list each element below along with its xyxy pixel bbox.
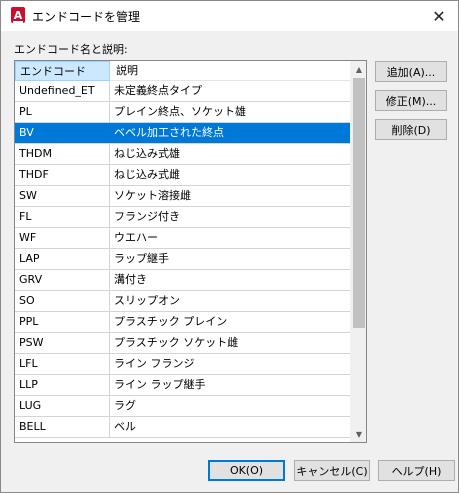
description-cell: プラスチック プレイン — [114, 315, 228, 328]
table-row[interactable]: LFL ライン フランジ — [15, 354, 351, 375]
end-code-cell: GRV — [15, 270, 110, 290]
end-code-cell: SW — [15, 186, 110, 206]
table-row[interactable]: GRV 溝付き — [15, 270, 351, 291]
description-cell: 未定義終点タイプ — [114, 84, 202, 97]
table-row[interactable]: WF ウエハー — [15, 228, 351, 249]
description-cell: ライン フランジ — [114, 357, 195, 370]
edit-button[interactable]: 修正(M)... — [375, 90, 447, 111]
description-cell: ねじ込み式雌 — [114, 168, 180, 181]
table-row[interactable]: LUG ラグ — [15, 396, 351, 417]
end-code-cell: BV — [15, 123, 110, 143]
description-cell: スリップオン — [114, 294, 180, 307]
end-code-cell: PPL — [15, 312, 110, 332]
end-code-cell: THDF — [15, 165, 110, 185]
description-cell: ソケット溶接雌 — [114, 189, 191, 202]
description-cell: フランジ付き — [114, 210, 180, 223]
ok-button[interactable]: OK(O) — [208, 460, 285, 481]
description-cell: ラップ継手 — [114, 252, 169, 265]
column-header-description[interactable]: 説明 — [110, 61, 351, 81]
table-row[interactable]: FL フランジ付き — [15, 207, 351, 228]
svg-text:A: A — [14, 9, 23, 22]
table-row[interactable]: THDF ねじ込み式雌 — [15, 165, 351, 186]
table-row[interactable]: SO スリップオン — [15, 291, 351, 312]
table-row[interactable]: PPL プラスチック プレイン — [15, 312, 351, 333]
end-code-list[interactable]: エンドコード 説明 Undefined_ET 未定義終点タイプ PL プレイン終点、ソ… — [14, 60, 367, 443]
table-row[interactable]: LLP ライン ラップ継手 — [15, 375, 351, 396]
add-button[interactable]: 追加(A)... — [375, 61, 447, 82]
table-row[interactable]: THDM ねじ込み式雄 — [15, 144, 351, 165]
end-code-cell: THDM — [15, 144, 110, 164]
close-icon[interactable]: ✕ — [420, 1, 458, 31]
description-cell: プラスチック ソケット雌 — [114, 336, 239, 349]
description-cell: ベベル加工された終点 — [114, 126, 224, 139]
description-cell: プレイン終点、ソケット雄 — [114, 105, 246, 118]
description-cell: ラグ — [114, 399, 136, 412]
list-rows: Undefined_ET 未定義終点タイプ PL プレイン終点、ソケット雄 BV ベベル加… — [15, 81, 351, 438]
autocad-app-icon: A — [11, 7, 25, 23]
table-row[interactable]: LAP ラップ継手 — [15, 249, 351, 270]
end-code-cell: PSW — [15, 333, 110, 353]
table-row[interactable]: SW ソケット溶接雌 — [15, 186, 351, 207]
end-code-cell: LAP — [15, 249, 110, 269]
end-code-cell: BELL — [15, 417, 110, 437]
delete-button[interactable]: 削除(D) — [375, 119, 447, 140]
end-code-cell: WF — [15, 228, 110, 248]
manage-end-codes-dialog: A エンドコードを管理 ✕ エンドコード名と説明: エンドコード 説明 Unde… — [0, 0, 459, 493]
table-row[interactable]: BV ベベル加工された終点 — [15, 123, 351, 144]
table-row[interactable]: PL プレイン終点、ソケット雄 — [15, 102, 351, 123]
scrollbar-thumb[interactable] — [353, 78, 365, 328]
end-code-cell: SO — [15, 291, 110, 311]
chevron-down-icon[interactable]: ▼ — [351, 426, 366, 442]
description-cell: ベル — [114, 420, 136, 433]
end-code-cell: LFL — [15, 354, 110, 374]
table-row[interactable]: Undefined_ET 未定義終点タイプ — [15, 81, 351, 102]
list-header: エンドコード 説明 — [15, 61, 351, 81]
end-code-cell: LUG — [15, 396, 110, 416]
end-code-cell: Undefined_ET — [15, 81, 110, 101]
end-code-cell: LLP — [15, 375, 110, 395]
column-header-end-code[interactable]: エンドコード — [15, 61, 110, 81]
chevron-up-icon[interactable]: ▲ — [351, 61, 366, 77]
end-code-cell: FL — [15, 207, 110, 227]
list-caption: エンドコード名と説明: — [14, 43, 128, 56]
help-button[interactable]: ヘルプ(H) — [378, 460, 455, 481]
description-cell: ねじ込み式雄 — [114, 147, 180, 160]
table-row[interactable]: BELL ベル — [15, 417, 351, 438]
end-code-cell: PL — [15, 102, 110, 122]
description-cell: ライン ラップ継手 — [114, 378, 206, 391]
description-cell: 溝付き — [114, 273, 147, 286]
description-cell: ウエハー — [114, 231, 158, 244]
title-bar: A エンドコードを管理 ✕ — [1, 1, 458, 31]
table-row[interactable]: PSW プラスチック ソケット雌 — [15, 333, 351, 354]
vertical-scrollbar[interactable]: ▲ ▼ — [350, 61, 366, 442]
cancel-button[interactable]: キャンセル(C) — [294, 460, 370, 481]
window-title: エンドコードを管理 — [32, 10, 141, 24]
